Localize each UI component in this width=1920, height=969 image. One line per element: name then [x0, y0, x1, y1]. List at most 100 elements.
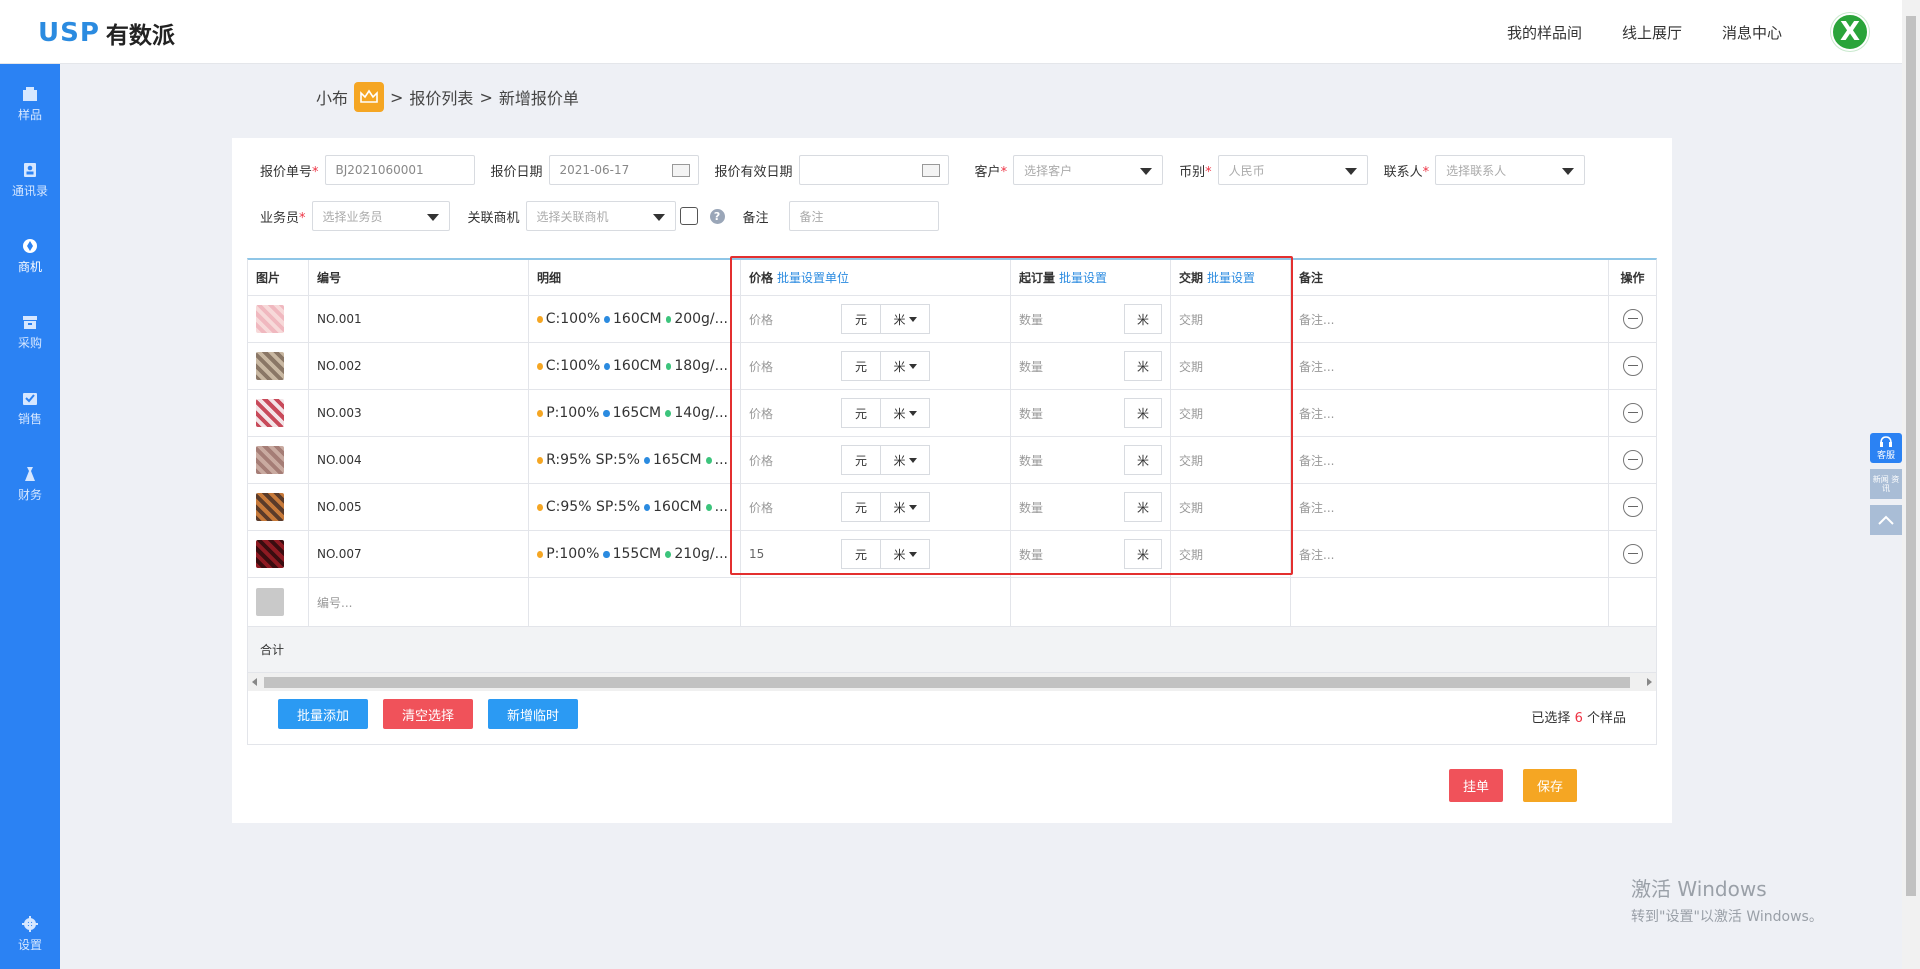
customer-select[interactable]: 选择客户: [1013, 155, 1164, 185]
contact-select[interactable]: 选择联系人: [1435, 155, 1586, 185]
add-temp-button[interactable]: 新增临时: [488, 699, 578, 729]
qty-unit[interactable]: 米: [1124, 351, 1162, 381]
qty-unit[interactable]: 米: [1124, 492, 1162, 522]
note-input[interactable]: 备注...: [1299, 311, 1334, 328]
quote-no-field[interactable]: BJ2021060001: [324, 155, 475, 185]
qty-input[interactable]: 数量: [1019, 311, 1043, 328]
price-input[interactable]: 价格: [749, 452, 773, 469]
remove-icon[interactable]: [1622, 356, 1643, 376]
nav-sample-room[interactable]: 我的样品间: [1507, 22, 1582, 43]
unit-select[interactable]: 米: [880, 304, 930, 334]
new-item-no-cell[interactable]: 编号...: [309, 578, 529, 626]
batch-lead-link[interactable]: 批量设置: [1207, 269, 1255, 286]
breadcrumb-quote-list[interactable]: 报价列表: [409, 85, 473, 109]
batch-moq-link[interactable]: 批量设置: [1059, 269, 1107, 286]
price-input[interactable]: 价格: [749, 311, 773, 328]
sidebar-item-purchase[interactable]: 采购: [0, 304, 60, 364]
price-input[interactable]: 价格: [749, 405, 773, 422]
fabric-swatch[interactable]: [256, 399, 284, 427]
note-cell[interactable]: 备注...: [1291, 437, 1609, 483]
fabric-swatch[interactable]: [256, 540, 284, 568]
qty-unit[interactable]: 米: [1124, 398, 1162, 428]
unit-select[interactable]: 米: [880, 539, 930, 569]
qty-input[interactable]: 数量: [1019, 358, 1043, 375]
item-no[interactable]: NO.001: [309, 296, 529, 342]
lead-input[interactable]: 交期: [1179, 405, 1203, 422]
note-cell[interactable]: 备注...: [1291, 343, 1609, 389]
qty-unit[interactable]: 米: [1124, 304, 1162, 334]
breadcrumb-user[interactable]: 小布: [316, 85, 348, 109]
sidebar-item-sales[interactable]: 销售: [0, 380, 60, 440]
batch-add-button[interactable]: 批量添加: [278, 699, 368, 729]
lead-cell[interactable]: 交期: [1171, 296, 1291, 342]
sidebar-item-finance[interactable]: 财务: [0, 456, 60, 516]
item-no[interactable]: NO.007: [309, 531, 529, 577]
quote-date-field[interactable]: 2021-06-17: [548, 155, 699, 185]
lead-input[interactable]: 交期: [1179, 452, 1203, 469]
note-cell[interactable]: 备注...: [1291, 296, 1609, 342]
sidebar-item-settings[interactable]: 设置: [0, 906, 60, 966]
qty-unit[interactable]: 米: [1124, 445, 1162, 475]
note-cell[interactable]: 备注...: [1291, 531, 1609, 577]
qty-input[interactable]: 数量: [1019, 452, 1043, 469]
qty-input[interactable]: 数量: [1019, 546, 1043, 563]
save-button[interactable]: 保存: [1523, 769, 1577, 802]
nav-online-hall[interactable]: 线上展厅: [1622, 22, 1682, 43]
lead-cell[interactable]: 交期: [1171, 390, 1291, 436]
qty-input[interactable]: 数量: [1019, 499, 1043, 516]
currency-unit[interactable]: 元: [841, 539, 881, 569]
salesman-select[interactable]: 选择业务员: [311, 201, 450, 231]
price-input[interactable]: 价格: [749, 358, 773, 375]
note-input[interactable]: 备注...: [1299, 358, 1334, 375]
item-no[interactable]: NO.003: [309, 390, 529, 436]
vertical-scrollbar[interactable]: [1902, 0, 1920, 969]
hold-button[interactable]: 挂单: [1449, 769, 1503, 802]
lead-input[interactable]: 交期: [1179, 499, 1203, 516]
valid-date-field[interactable]: [798, 155, 949, 185]
note-input[interactable]: 备注...: [1299, 499, 1334, 516]
note-input[interactable]: 备注...: [1299, 452, 1334, 469]
remove-icon[interactable]: [1622, 309, 1643, 329]
note-input[interactable]: 备注...: [1299, 546, 1334, 563]
sidebar-item-sample[interactable]: 样品: [0, 76, 60, 136]
remove-icon[interactable]: [1622, 497, 1643, 517]
fabric-swatch[interactable]: [256, 305, 284, 333]
lead-cell[interactable]: 交期: [1171, 437, 1291, 483]
note-cell[interactable]: 备注...: [1291, 390, 1609, 436]
currency-select[interactable]: 人民币: [1217, 155, 1368, 185]
remove-icon[interactable]: [1622, 403, 1643, 423]
lead-input[interactable]: 交期: [1179, 358, 1203, 375]
lead-cell[interactable]: 交期: [1171, 343, 1291, 389]
fabric-swatch[interactable]: [256, 446, 284, 474]
fabric-swatch[interactable]: [256, 352, 284, 380]
batch-unit-link[interactable]: 批量设置单位: [777, 269, 849, 286]
item-no[interactable]: NO.002: [309, 343, 529, 389]
currency-unit[interactable]: 元: [841, 492, 881, 522]
item-no[interactable]: NO.004: [309, 437, 529, 483]
unit-select[interactable]: 米: [880, 398, 930, 428]
back-to-top-button[interactable]: [1870, 505, 1902, 535]
price-input[interactable]: 价格: [749, 499, 773, 516]
avatar[interactable]: X: [1831, 13, 1869, 51]
vertical-scroll-thumb[interactable]: [1906, 16, 1916, 896]
unit-select[interactable]: 米: [880, 351, 930, 381]
unit-select[interactable]: 米: [880, 445, 930, 475]
note-cell[interactable]: 备注...: [1291, 484, 1609, 530]
remove-icon[interactable]: [1622, 450, 1643, 470]
remove-icon[interactable]: [1622, 544, 1643, 564]
sidebar-item-opportunity[interactable]: 商机: [0, 228, 60, 288]
unit-select[interactable]: 米: [880, 492, 930, 522]
currency-unit[interactable]: 元: [841, 398, 881, 428]
item-no[interactable]: NO.005: [309, 484, 529, 530]
lead-input[interactable]: 交期: [1179, 546, 1203, 563]
opportunity-select[interactable]: 选择关联商机: [525, 201, 676, 231]
customer-service-button[interactable]: 客服: [1870, 433, 1902, 463]
currency-unit[interactable]: 元: [841, 351, 881, 381]
news-button[interactable]: 新闻 资讯: [1870, 469, 1902, 499]
note-input[interactable]: 备注...: [1299, 405, 1334, 422]
lead-cell[interactable]: 交期: [1171, 531, 1291, 577]
currency-unit[interactable]: 元: [841, 445, 881, 475]
nav-message-center[interactable]: 消息中心: [1722, 22, 1782, 43]
help-icon[interactable]: ?: [709, 208, 725, 224]
qty-unit[interactable]: 米: [1124, 539, 1162, 569]
